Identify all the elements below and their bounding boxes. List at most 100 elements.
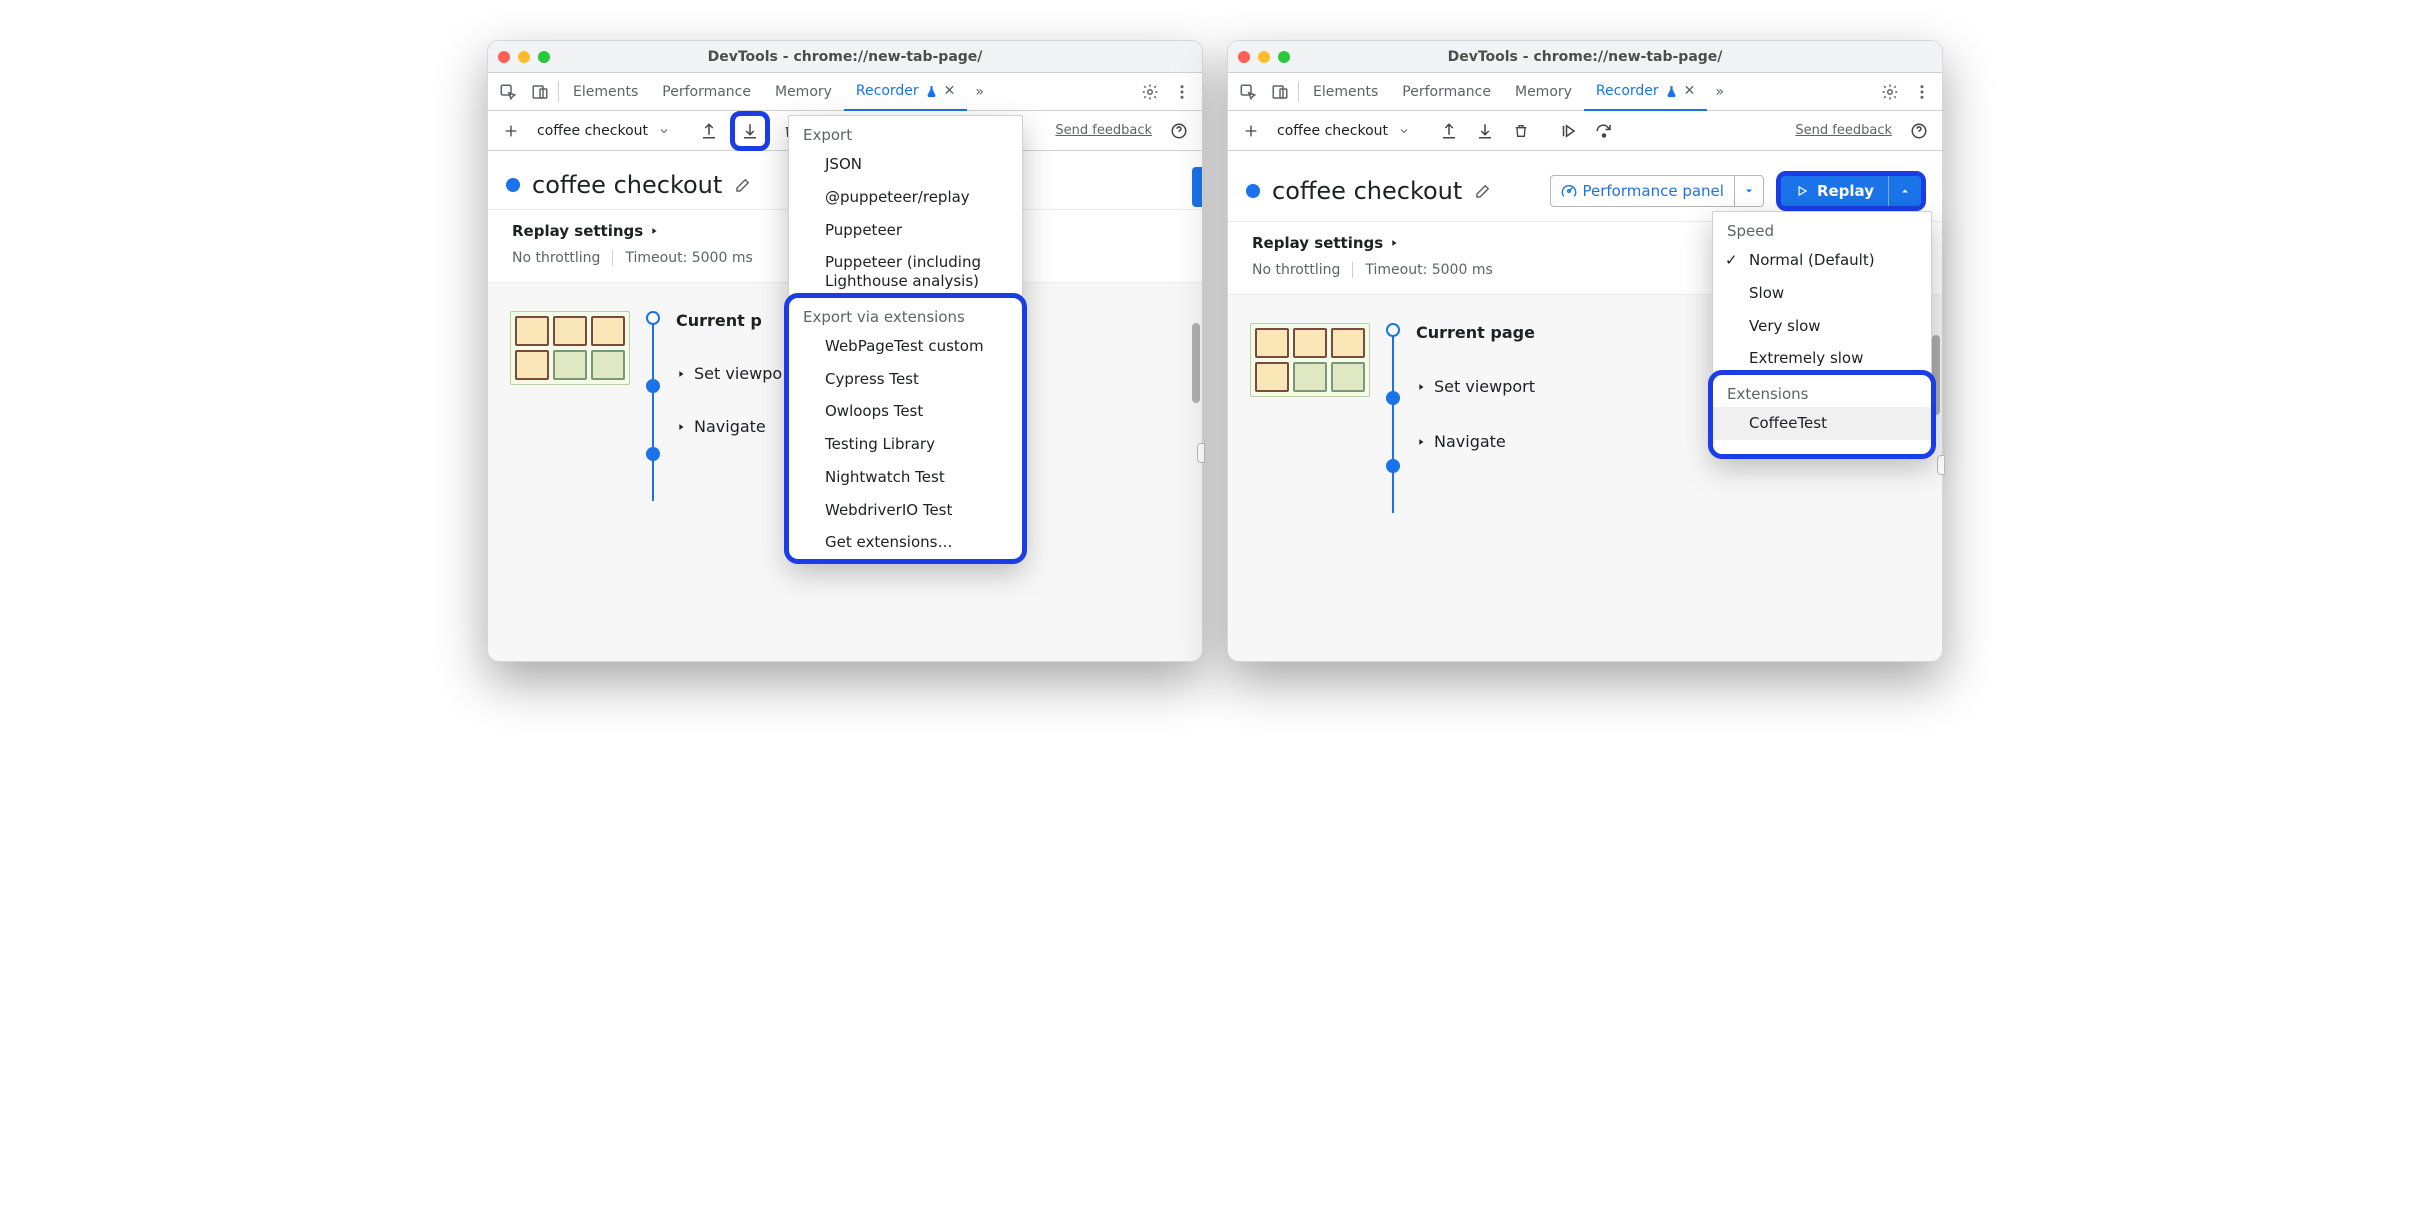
export-puppeteer-lighthouse[interactable]: Puppeteer (including Lighthouse analysis… — [789, 246, 1022, 298]
chevron-down-icon — [1398, 125, 1410, 137]
replay-label: Replay — [1817, 182, 1874, 200]
new-recording-icon[interactable] — [496, 116, 526, 146]
export-icon[interactable] — [735, 116, 765, 146]
help-icon[interactable] — [1164, 116, 1194, 146]
menu-section-label: Export via extensions — [789, 298, 1022, 330]
replay-highlight-ring: Replay — [1776, 171, 1926, 211]
export-get-extensions[interactable]: Get extensions… — [789, 526, 1022, 559]
menu-item-label: Normal (Default) — [1749, 251, 1875, 269]
tab-memory[interactable]: Memory — [763, 73, 844, 110]
page-thumbnail — [510, 311, 630, 385]
delete-icon[interactable] — [1506, 116, 1536, 146]
replay-button-peek — [1192, 167, 1202, 207]
timeline-node — [646, 379, 660, 393]
tab-recorder[interactable]: Recorder ✕ — [1584, 73, 1707, 111]
recording-selector[interactable]: coffee checkout — [1272, 118, 1417, 144]
export-json[interactable]: JSON — [789, 148, 1022, 181]
chevron-down-icon — [658, 125, 670, 137]
extensions-section-highlight: Extensions CoffeeTest — [1708, 370, 1936, 459]
tab-label: Recorder — [1596, 83, 1659, 99]
close-icon[interactable]: ✕ — [944, 83, 956, 99]
menu-section-label: Export — [789, 116, 1022, 148]
speed-very-slow[interactable]: Very slow — [1713, 310, 1931, 343]
kebab-menu-icon[interactable] — [1166, 83, 1198, 101]
step-label: Set viewport — [1434, 377, 1535, 396]
step-label: Current p — [676, 311, 762, 330]
tab-memory[interactable]: Memory — [1503, 73, 1584, 110]
export-puppeteer-replay[interactable]: @puppeteer/replay — [789, 181, 1022, 214]
window-title: DevTools - chrome://new-tab-page/ — [1228, 49, 1942, 65]
edit-pencil-icon[interactable] — [734, 176, 752, 194]
chevron-right-icon — [676, 369, 686, 379]
recording-selector[interactable]: coffee checkout — [532, 118, 677, 144]
step-label: Current page — [1416, 323, 1535, 342]
tab-performance[interactable]: Performance — [1390, 73, 1503, 110]
chevron-up-icon[interactable] — [1889, 179, 1921, 203]
chevron-right-icon — [676, 422, 686, 432]
continue-icon[interactable] — [1553, 116, 1583, 146]
speed-slow[interactable]: Slow — [1713, 277, 1931, 310]
export-icon[interactable] — [1470, 116, 1500, 146]
export-cypress[interactable]: Cypress Test — [789, 363, 1022, 396]
replay-settings-label: Replay settings — [1252, 234, 1383, 252]
step-over-icon[interactable] — [1589, 116, 1619, 146]
extension-coffeetest[interactable]: CoffeeTest — [1713, 407, 1931, 440]
device-toolbar-icon[interactable] — [1264, 73, 1296, 110]
import-icon[interactable] — [694, 116, 724, 146]
export-webdriverio[interactable]: WebdriverIO Test — [789, 494, 1022, 527]
send-feedback-link[interactable]: Send feedback — [1795, 123, 1892, 138]
timeline-node — [1386, 391, 1400, 405]
export-nightwatch[interactable]: Nightwatch Test — [789, 461, 1022, 494]
tab-label: Recorder — [856, 83, 919, 99]
tab-elements[interactable]: Elements — [561, 73, 650, 110]
settings-gear-icon[interactable] — [1874, 83, 1906, 101]
performance-panel-button[interactable]: Performance panel — [1550, 175, 1764, 207]
import-icon[interactable] — [1434, 116, 1464, 146]
collapsed-panel-peek — [1197, 443, 1205, 463]
replay-settings-label: Replay settings — [512, 222, 643, 240]
timeline-node — [1386, 459, 1400, 473]
recording-status-dot — [1246, 184, 1260, 198]
timeout-value: Timeout: 5000 ms — [625, 250, 752, 266]
settings-gear-icon[interactable] — [1134, 83, 1166, 101]
device-toolbar-icon[interactable] — [524, 73, 556, 110]
timeout-value: Timeout: 5000 ms — [1365, 262, 1492, 278]
devtools-window-left: DevTools - chrome://new-tab-page/ Elemen… — [487, 40, 1203, 662]
send-feedback-link[interactable]: Send feedback — [1055, 123, 1152, 138]
export-testing-library[interactable]: Testing Library — [789, 428, 1022, 461]
menu-section-label: Extensions — [1713, 375, 1931, 407]
chevron-down-icon[interactable] — [1735, 179, 1763, 203]
step-label: Navigate — [1434, 432, 1506, 451]
devtools-tabstrip: Elements Performance Memory Recorder ✕ » — [488, 73, 1202, 111]
recording-title: coffee checkout — [1272, 177, 1462, 205]
throttle-value: No throttling — [1252, 262, 1340, 278]
export-highlight-ring — [730, 111, 770, 151]
new-recording-icon[interactable] — [1236, 116, 1266, 146]
speed-normal[interactable]: ✓ Normal (Default) — [1713, 244, 1931, 277]
speedometer-icon — [1561, 183, 1577, 199]
inspect-element-icon[interactable] — [492, 73, 524, 110]
tab-recorder[interactable]: Recorder ✕ — [844, 73, 967, 111]
tab-more[interactable]: » — [1707, 73, 1732, 110]
tab-elements[interactable]: Elements — [1301, 73, 1390, 110]
close-icon[interactable]: ✕ — [1684, 83, 1696, 99]
export-menu: Export JSON @puppeteer/replay Puppeteer … — [788, 115, 1023, 560]
timeline-node — [646, 311, 660, 325]
window-title: DevTools - chrome://new-tab-page/ — [488, 49, 1202, 65]
tab-performance[interactable]: Performance — [650, 73, 763, 110]
scrollbar-thumb[interactable] — [1192, 323, 1200, 403]
flask-icon — [925, 85, 938, 98]
kebab-menu-icon[interactable] — [1906, 83, 1938, 101]
timeline-node — [1386, 323, 1400, 337]
replay-button[interactable]: Replay — [1781, 176, 1921, 206]
inspect-element-icon[interactable] — [1232, 73, 1264, 110]
timeline-rail — [646, 311, 660, 461]
help-icon[interactable] — [1904, 116, 1934, 146]
tab-more[interactable]: » — [967, 73, 992, 110]
export-owloops[interactable]: Owloops Test — [789, 395, 1022, 428]
edit-pencil-icon[interactable] — [1474, 182, 1492, 200]
export-puppeteer[interactable]: Puppeteer — [789, 214, 1022, 247]
flask-icon — [1665, 85, 1678, 98]
export-webpagetest[interactable]: WebPageTest custom — [789, 330, 1022, 363]
page-thumbnail — [1250, 323, 1370, 397]
